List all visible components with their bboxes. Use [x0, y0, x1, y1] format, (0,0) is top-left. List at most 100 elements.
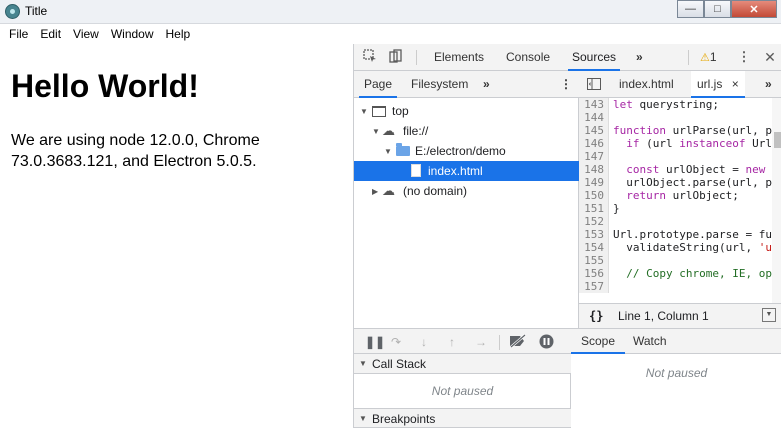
- line-number[interactable]: 153: [579, 228, 609, 241]
- vertical-scrollbar[interactable]: [772, 98, 781, 303]
- code-text: const urlObject = new: [626, 163, 766, 176]
- cloud-icon: ☁: [382, 123, 395, 138]
- line-number[interactable]: 151: [579, 202, 609, 215]
- step-over-icon[interactable]: ↷: [391, 334, 401, 350]
- menu-view[interactable]: View: [67, 24, 105, 44]
- code-line: 149 urlObject.parse(url, p: [579, 176, 781, 189]
- navigator-kebab-icon[interactable]: ⋮: [555, 71, 577, 98]
- device-toolbar-icon[interactable]: [388, 49, 404, 65]
- call-stack-status: Not paused: [431, 384, 494, 398]
- close-tab-icon[interactable]: ×: [732, 77, 739, 91]
- pause-icon[interactable]: ❚❚: [365, 334, 385, 350]
- code-line: 148 const urlObject = new: [579, 163, 781, 176]
- tree-item-file-origin[interactable]: ▼ ☁ file://: [354, 121, 579, 141]
- debugger-sidebar: ▼ Call Stack Not paused ▼ Breakpoints: [354, 354, 571, 428]
- tree-item-index-html[interactable]: index.html: [354, 161, 579, 181]
- code-line: 151}: [579, 202, 781, 215]
- collapse-triangle-icon: ▶: [372, 187, 379, 196]
- line-number[interactable]: 143: [579, 98, 609, 111]
- expand-triangle-icon: ▼: [372, 127, 380, 136]
- tree-item-top[interactable]: ▼ top: [354, 101, 579, 121]
- editor-tabs: index.html url.js × »: [579, 71, 781, 98]
- menu-help[interactable]: Help: [160, 24, 197, 44]
- tree-item-no-domain[interactable]: ▶ ☁ (no domain): [354, 181, 579, 201]
- tree-label: index.html: [428, 164, 483, 178]
- menu-window[interactable]: Window: [105, 24, 160, 44]
- line-number[interactable]: 156: [579, 267, 609, 280]
- breakpoints-header[interactable]: ▼ Breakpoints: [354, 408, 571, 428]
- more-tabs-chevron-icon[interactable]: »: [632, 44, 647, 71]
- code-text: if (url instanceof Url: [626, 137, 772, 150]
- sources-navigator: Page Filesystem » ⋮ ▼ top ▼ ☁ file:// ▼ …: [354, 71, 579, 328]
- step-out-icon[interactable]: ↑: [449, 334, 455, 350]
- editor-tab-index-html[interactable]: index.html: [617, 71, 676, 98]
- cursor-position: Line 1, Column 1: [618, 309, 709, 323]
- toolbar-divider: [416, 50, 417, 65]
- toggle-navigator-icon[interactable]: [587, 71, 605, 98]
- expand-triangle-icon: ▼: [359, 359, 367, 368]
- minimize-button[interactable]: —: [677, 0, 704, 18]
- code-line: 153 Url.prototype.parse = fu: [579, 228, 781, 241]
- tree-item-folder[interactable]: ▼ E:/electron/demo: [354, 141, 579, 161]
- code-line: 157: [579, 280, 781, 293]
- window-title: Title: [25, 4, 48, 18]
- line-number[interactable]: 157: [579, 280, 609, 293]
- line-number[interactable]: 147: [579, 150, 609, 163]
- warnings-counter[interactable]: ⚠1: [700, 49, 717, 66]
- code-line: 146 if (url instanceof Url: [579, 137, 781, 150]
- deactivate-breakpoints-icon[interactable]: [509, 334, 527, 352]
- code-line: 147: [579, 150, 781, 163]
- folder-icon: [396, 143, 410, 156]
- tab-console[interactable]: Console: [502, 44, 554, 71]
- close-devtools-icon[interactable]: ✕: [762, 49, 778, 65]
- scrollbar-thumb[interactable]: [774, 132, 781, 148]
- scope-watch-tabs: Scope Watch: [571, 328, 781, 354]
- code-line: 152: [579, 215, 781, 228]
- line-number[interactable]: 145: [579, 124, 609, 137]
- editor-tab-url-js[interactable]: url.js ×: [691, 71, 745, 98]
- code-text: validateString(url, 'u: [613, 241, 772, 254]
- toolbar-divider: [499, 335, 500, 350]
- scope-status: Not paused: [645, 366, 708, 380]
- scope-watch-panel: Scope Watch Not paused: [571, 328, 781, 428]
- line-number[interactable]: 144: [579, 111, 609, 124]
- menu-edit[interactable]: Edit: [34, 24, 67, 44]
- cloud-icon: ☁: [382, 183, 395, 198]
- tab-sources[interactable]: Sources: [568, 44, 621, 71]
- code-line: 150 return urlObject;: [579, 189, 781, 202]
- line-number[interactable]: 155: [579, 254, 609, 267]
- tab-watch[interactable]: Watch: [623, 329, 677, 354]
- line-number[interactable]: 150: [579, 189, 609, 202]
- pause-on-exceptions-icon[interactable]: [539, 334, 554, 353]
- line-number[interactable]: 146: [579, 137, 609, 150]
- coverage-toggle-icon[interactable]: ▼: [762, 308, 776, 322]
- code-line: 144: [579, 111, 781, 124]
- step-icon[interactable]: →: [475, 334, 487, 350]
- menu-file[interactable]: File: [3, 24, 34, 44]
- line-number[interactable]: 149: [579, 176, 609, 189]
- maximize-button[interactable]: □: [704, 0, 731, 18]
- tab-filesystem[interactable]: Filesystem: [406, 71, 473, 98]
- code-view[interactable]: 143 let querystring; 144 145 function urlPar…: [579, 98, 781, 303]
- line-number[interactable]: 152: [579, 215, 609, 228]
- step-into-icon[interactable]: ↓: [421, 334, 427, 350]
- tab-scope[interactable]: Scope: [571, 329, 626, 354]
- line-number[interactable]: 148: [579, 163, 609, 176]
- pretty-print-icon[interactable]: {}: [589, 309, 603, 323]
- call-stack-header[interactable]: ▼ Call Stack: [354, 354, 571, 374]
- editor-more-chevron-icon[interactable]: »: [765, 71, 772, 98]
- page-version-text: We are using node 12.0.0, Chrome 73.0.36…: [11, 132, 260, 170]
- devtools-menu-kebab-icon[interactable]: ⋮: [736, 49, 752, 65]
- close-window-button[interactable]: ✕: [731, 0, 777, 18]
- editor-status-bar: {} Line 1, Column 1 ▼: [579, 303, 781, 328]
- line-number[interactable]: 154: [579, 241, 609, 254]
- code-text: return urlObject;: [626, 189, 739, 202]
- tab-elements[interactable]: Elements: [430, 44, 488, 71]
- navigator-more-chevron-icon[interactable]: »: [478, 71, 495, 98]
- code-text: // Copy chrome, IE, op: [626, 267, 772, 280]
- tree-label: top: [392, 104, 409, 118]
- tree-label: file://: [403, 124, 429, 138]
- tab-page[interactable]: Page: [359, 71, 398, 98]
- section-title: Call Stack: [372, 357, 427, 371]
- inspect-element-icon[interactable]: [362, 49, 378, 65]
